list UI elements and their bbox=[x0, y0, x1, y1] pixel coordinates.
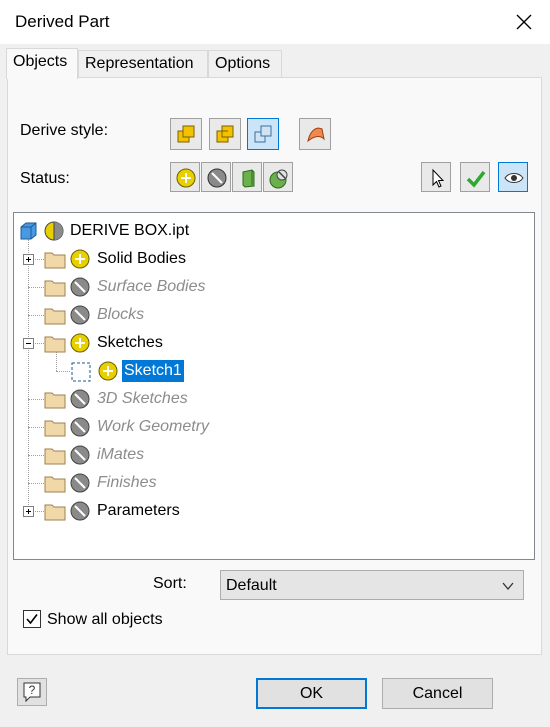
exclude-icon bbox=[70, 305, 90, 325]
sketch-icon bbox=[71, 362, 91, 382]
tree-item-label: iMates bbox=[97, 446, 145, 463]
tree-item-work-geometry[interactable]: Work Geometry bbox=[14, 415, 534, 439]
include-icon bbox=[98, 361, 118, 381]
folder-icon bbox=[44, 252, 66, 269]
check-icon bbox=[466, 170, 486, 188]
exclude-icon bbox=[70, 501, 90, 521]
include-icon bbox=[70, 249, 90, 269]
tree-item-solid-bodies[interactable]: Solid Bodies bbox=[14, 247, 534, 271]
single-solid-merge-icon bbox=[177, 125, 195, 143]
sort-label: Sort: bbox=[153, 575, 187, 592]
tree-root[interactable]: DERIVE BOX.ipt bbox=[14, 219, 534, 243]
tab-strip: Objects Representation Options bbox=[6, 48, 546, 79]
show-all-label: Show all objects bbox=[47, 611, 163, 628]
help-button[interactable]: ? bbox=[17, 678, 47, 706]
tree-item-sketch1[interactable]: Sketch1 bbox=[14, 359, 534, 383]
preview-button[interactable] bbox=[498, 162, 528, 192]
tree-item-label: Sketches bbox=[97, 334, 163, 351]
plus-icon bbox=[26, 257, 31, 262]
eye-icon bbox=[504, 173, 524, 183]
accept-button[interactable] bbox=[460, 162, 490, 192]
tree-item-finishes[interactable]: Finishes bbox=[14, 471, 534, 495]
tree-item-3d-sketches[interactable]: 3D Sketches bbox=[14, 387, 534, 411]
derive-style-merge-button[interactable] bbox=[170, 118, 202, 150]
part-file-icon bbox=[20, 222, 37, 240]
folder-icon bbox=[44, 420, 66, 437]
exclude-icon bbox=[70, 277, 90, 297]
cancel-button[interactable]: Cancel bbox=[382, 678, 493, 709]
collapse-toggle[interactable] bbox=[23, 338, 34, 349]
expand-toggle[interactable] bbox=[23, 506, 34, 517]
tree-item-sketches[interactable]: Sketches bbox=[14, 331, 534, 355]
svg-text:?: ? bbox=[29, 683, 36, 697]
exclude-icon bbox=[70, 473, 90, 493]
mixed-status-icon bbox=[44, 221, 64, 241]
tree-item-label: Blocks bbox=[97, 306, 145, 323]
derive-style-label: Derive style: bbox=[20, 122, 109, 139]
include-icon bbox=[176, 168, 196, 188]
tab-objects[interactable]: Objects bbox=[6, 48, 78, 79]
checkmark-icon bbox=[26, 614, 38, 625]
tree-item-label: Parameters bbox=[97, 502, 180, 519]
status-include-button[interactable] bbox=[170, 162, 200, 192]
folder-icon bbox=[44, 448, 66, 465]
expand-toggle[interactable] bbox=[23, 254, 34, 265]
status-work-surface-button[interactable] bbox=[232, 162, 262, 192]
tree-item-label: Solid Bodies bbox=[97, 250, 186, 267]
select-cursor-button[interactable] bbox=[421, 162, 451, 192]
tree-item-surface-bodies[interactable]: Surface Bodies bbox=[14, 275, 534, 299]
tree-item-parameters[interactable]: Parameters bbox=[14, 499, 534, 523]
derive-style-multiple-bodies-button[interactable] bbox=[247, 118, 279, 150]
window-title: Derived Part bbox=[15, 12, 110, 31]
exclude-icon bbox=[70, 445, 90, 465]
single-solid-keep-seams-icon bbox=[216, 125, 234, 143]
close-button[interactable] bbox=[512, 10, 536, 34]
folder-icon bbox=[44, 308, 66, 325]
derive-style-keep-seams-button[interactable] bbox=[209, 118, 241, 150]
exclude-icon bbox=[207, 168, 227, 188]
sort-value: Default bbox=[226, 577, 277, 594]
object-tree[interactable]: DERIVE BOX.ipt Solid Bodies Surface Bodi… bbox=[13, 212, 535, 560]
folder-icon bbox=[44, 392, 66, 409]
plus-icon bbox=[26, 509, 31, 514]
tree-root-label: DERIVE BOX.ipt bbox=[70, 222, 190, 239]
folder-icon bbox=[44, 280, 66, 297]
help-icon: ? bbox=[23, 682, 41, 703]
include-icon bbox=[70, 333, 90, 353]
tree-item-label: Surface Bodies bbox=[97, 278, 206, 295]
folder-icon bbox=[44, 476, 66, 493]
tree-item-label: Work Geometry bbox=[97, 418, 210, 435]
chevron-down-icon bbox=[502, 582, 514, 591]
status-exclude-button[interactable] bbox=[201, 162, 231, 192]
show-all-checkbox[interactable] bbox=[23, 610, 41, 628]
tree-item-label: Sketch1 bbox=[122, 360, 184, 382]
status-mixed-button[interactable] bbox=[263, 162, 293, 192]
ok-button[interactable]: OK bbox=[256, 678, 367, 709]
folder-icon bbox=[44, 504, 66, 521]
title-bar: Derived Part bbox=[0, 0, 550, 44]
tab-representation[interactable]: Representation bbox=[78, 50, 208, 78]
tree-item-label: Finishes bbox=[97, 474, 157, 491]
exclude-icon bbox=[70, 417, 90, 437]
exclude-icon bbox=[70, 389, 90, 409]
tree-item-label: 3D Sketches bbox=[97, 390, 188, 407]
mixed-status-icon bbox=[269, 169, 288, 189]
select-cursor-icon bbox=[432, 168, 445, 188]
folder-icon bbox=[44, 336, 66, 353]
tree-item-blocks[interactable]: Blocks bbox=[14, 303, 534, 327]
body-as-work-surface-icon bbox=[242, 169, 255, 188]
derive-style-surface-button[interactable] bbox=[299, 118, 331, 150]
status-label: Status: bbox=[20, 170, 70, 187]
surface-body-icon bbox=[307, 127, 325, 143]
tree-item-imates[interactable]: iMates bbox=[14, 443, 534, 467]
close-icon bbox=[516, 14, 532, 30]
multiple-solid-bodies-icon bbox=[254, 125, 272, 143]
tab-options[interactable]: Options bbox=[208, 50, 282, 78]
sort-select[interactable]: Default bbox=[220, 570, 524, 600]
minus-icon bbox=[26, 343, 31, 344]
